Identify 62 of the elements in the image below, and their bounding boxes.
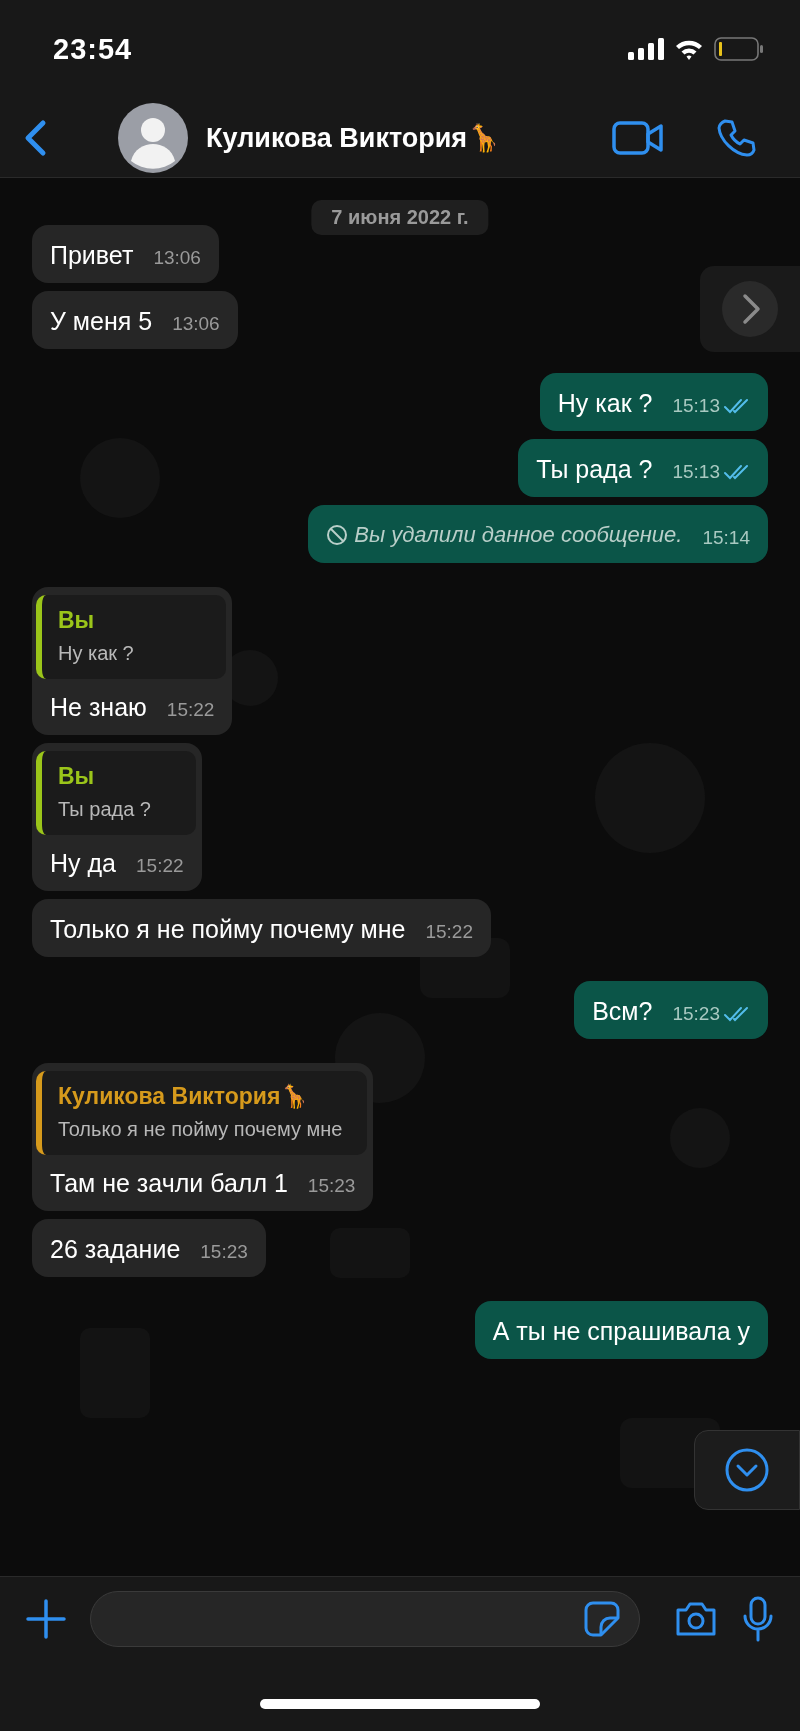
message-text: Не знаю — [50, 692, 147, 723]
message-text: 26 задание — [50, 1234, 181, 1265]
message-bubble[interactable]: 26 задание 15:23 — [32, 1219, 266, 1277]
message-time: 15:13 — [672, 460, 720, 484]
quote-author: Вы — [58, 763, 96, 790]
message-bubble[interactable]: Вы Ты рада ? Ну да 15:22 — [32, 743, 202, 891]
quoted-message[interactable]: Вы Ты рада ? — [36, 751, 196, 835]
message-time: 15:23 — [200, 1240, 248, 1264]
message-time: 15:22 — [136, 854, 184, 878]
camera-icon[interactable] — [674, 1601, 718, 1637]
quote-text: Ты рада ? — [58, 798, 152, 821]
message-bubble[interactable]: А ты не спрашивала у — [474, 1301, 768, 1359]
message-text: Там не зачли балл 1 — [50, 1168, 288, 1199]
message-text: Ну да — [50, 848, 116, 879]
message-time: 15:22 — [166, 698, 215, 722]
message-bubble[interactable]: У меня 5 13:06 — [32, 291, 238, 349]
message-bubble[interactable]: Куликова Виктория🦒 Только я не пойму почему мне Там не зачли балл 1 15:23 — [32, 1063, 374, 1211]
message-text: А ты не спрашивала у — [492, 1316, 750, 1347]
message-text: Только я не пойму почему мне — [50, 914, 406, 945]
message-time: 13:06 — [172, 312, 220, 336]
message-bubble[interactable]: Всм? 15:23 — [574, 981, 768, 1039]
message-input-field[interactable] — [90, 1591, 640, 1647]
message-time: 15:22 — [425, 920, 473, 944]
avatar-icon[interactable] — [118, 102, 188, 173]
microphone-icon[interactable] — [742, 1596, 774, 1642]
message-text: У меня 5 — [50, 306, 153, 337]
message-text: Всм? — [592, 996, 653, 1027]
sticker-icon[interactable] — [583, 1600, 621, 1638]
message-time: 13:06 — [153, 246, 201, 270]
message-time: 15:14 — [702, 526, 750, 550]
forward-icon — [720, 279, 780, 339]
signal-icon — [628, 38, 664, 60]
quote-text: Ну как ? — [58, 642, 135, 665]
plus-icon[interactable] — [26, 1599, 66, 1639]
message-time: 15:13 — [672, 394, 720, 418]
quote-author: Вы — [58, 607, 96, 634]
quoted-message[interactable]: Вы Ну как ? — [36, 595, 227, 679]
video-call-icon[interactable] — [612, 120, 664, 155]
message-bubble[interactable]: Привет 13:06 — [32, 225, 219, 283]
quote-author: Куликова Виктория🦒 — [58, 1083, 311, 1110]
phone-icon[interactable] — [716, 117, 756, 158]
message-bubble[interactable]: Ты рада ? 15:13 — [518, 439, 768, 497]
wifi-icon — [674, 38, 704, 60]
scroll-down-button[interactable] — [694, 1430, 800, 1510]
quoted-message[interactable]: Куликова Виктория🦒 Только я не пойму почему мне — [36, 1071, 368, 1155]
message-bubble[interactable]: Только я не пойму почему мне 15:22 — [32, 899, 491, 957]
message-text: Привет — [50, 240, 134, 271]
message-time: 15:23 — [307, 1174, 356, 1198]
contact-name[interactable]: Куликова Виктория🦒 — [206, 121, 502, 154]
chevron-down-icon — [724, 1447, 770, 1493]
message-time: 15:23 — [672, 1002, 720, 1026]
message-bubble[interactable]: Вы удалили данное сообщение. 15:14 — [308, 505, 768, 563]
quote-text: Только я не пойму почему мне — [58, 1118, 344, 1141]
blocked-icon — [326, 524, 349, 546]
battery-icon — [714, 37, 764, 61]
message-text: Ты рада ? — [536, 454, 653, 485]
message-text: Вы удалили данное сообщение. — [354, 521, 683, 549]
status-time: 23:54 — [53, 32, 133, 66]
date-label: 7 июня 2022 г. — [311, 200, 489, 235]
message-text: Ну как ? — [557, 388, 653, 419]
message-bubble[interactable]: Вы Ну как ? Не знаю 15:22 — [32, 587, 233, 735]
message-bubble[interactable]: Ну как ? 15:13 — [539, 373, 768, 431]
